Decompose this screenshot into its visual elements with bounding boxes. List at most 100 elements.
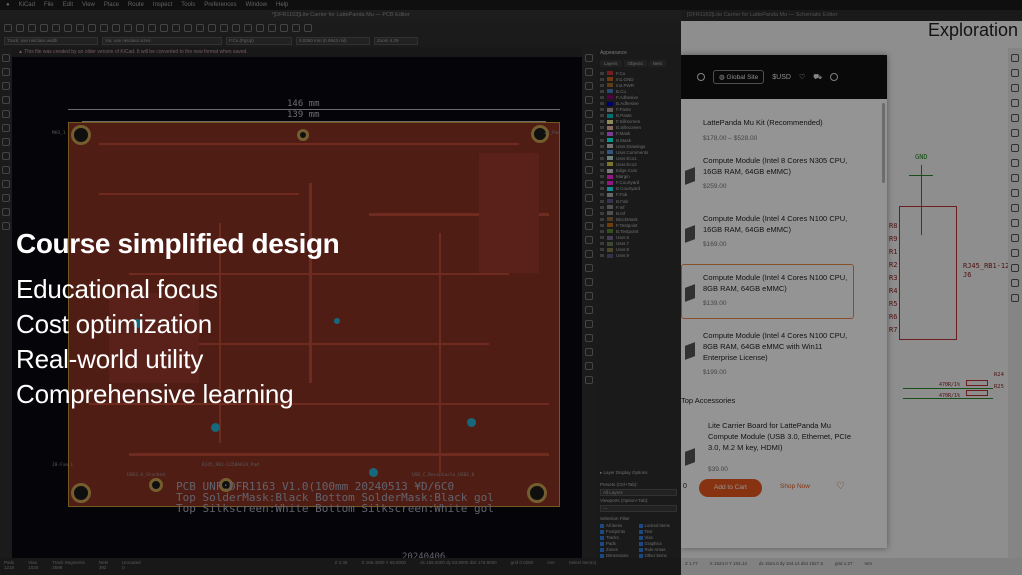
- add-to-cart-button[interactable]: Add to Cart: [699, 479, 762, 497]
- scrollbar[interactable]: [882, 103, 885, 183]
- zone-fill-icon[interactable]: [2, 152, 10, 160]
- layer-color-swatch[interactable]: [607, 89, 613, 94]
- layer-color-swatch[interactable]: [607, 138, 613, 143]
- add-label-icon[interactable]: [1011, 174, 1019, 182]
- select-icon[interactable]: [1011, 54, 1019, 62]
- rotate-cw-icon[interactable]: [184, 24, 192, 32]
- layer-color-swatch[interactable]: [607, 83, 613, 88]
- layer-color-swatch[interactable]: [607, 180, 613, 185]
- visibility-eye-icon[interactable]: [600, 132, 604, 136]
- selection-filter-checkbox[interactable]: Pads: [600, 541, 639, 546]
- zoom-fit-icon[interactable]: [136, 24, 144, 32]
- account-icon[interactable]: [830, 73, 839, 81]
- product-name[interactable]: Compute Module (Intel 8 Cores N305 CPU, …: [703, 155, 853, 177]
- draw-arc-icon[interactable]: [585, 208, 593, 216]
- viewports-select[interactable]: ---: [600, 505, 677, 512]
- cursor-icon[interactable]: [2, 124, 10, 132]
- menu-tools[interactable]: Tools: [181, 2, 195, 8]
- checkbox-checked-icon[interactable]: [638, 541, 643, 546]
- visibility-eye-icon[interactable]: [600, 211, 604, 215]
- cart-icon[interactable]: ⛟: [813, 73, 822, 82]
- net-inspector-icon[interactable]: [2, 222, 10, 230]
- visibility-eye-icon[interactable]: [600, 223, 604, 227]
- checkbox-checked-icon[interactable]: [638, 523, 643, 528]
- menu-help[interactable]: Help: [276, 2, 288, 8]
- visibility-eye-icon[interactable]: [600, 217, 604, 221]
- checkbox-checked-icon[interactable]: [638, 553, 643, 558]
- page-settings-icon[interactable]: [28, 24, 36, 32]
- product-thumbnail[interactable]: [685, 167, 695, 185]
- layer-color-swatch[interactable]: [607, 199, 613, 204]
- refresh-icon[interactable]: [100, 24, 108, 32]
- add-no-connect-icon[interactable]: [1011, 144, 1019, 152]
- set-origin-icon[interactable]: [585, 348, 593, 356]
- layer-color-swatch[interactable]: [607, 211, 613, 216]
- visibility-eye-icon[interactable]: [600, 126, 604, 130]
- checkbox-checked-icon[interactable]: [600, 523, 604, 528]
- draw-circle-icon[interactable]: [1011, 264, 1019, 272]
- wishlist-icon[interactable]: ♡: [799, 73, 805, 81]
- units-inch-icon[interactable]: [2, 96, 10, 104]
- selection-filter-checkbox[interactable]: Text: [638, 529, 678, 534]
- board-setup-icon[interactable]: [16, 24, 24, 32]
- layer-color-swatch[interactable]: [607, 71, 613, 76]
- visibility-eye-icon[interactable]: [600, 162, 604, 166]
- add-image-icon[interactable]: [1011, 279, 1019, 287]
- visibility-eye-icon[interactable]: [600, 181, 604, 185]
- menu-place[interactable]: Place: [104, 2, 119, 8]
- selection-filter-checkbox[interactable]: Locked items: [638, 523, 678, 528]
- mounting-hole[interactable]: [149, 478, 163, 492]
- selection-filter-checkbox[interactable]: Rule Areas: [638, 547, 678, 552]
- mirror-v-icon[interactable]: [196, 24, 204, 32]
- via[interactable]: [467, 418, 476, 427]
- visibility-eye-icon[interactable]: [600, 71, 604, 75]
- add-junction-icon[interactable]: [1011, 159, 1019, 167]
- group-icon[interactable]: [220, 24, 228, 32]
- visibility-eye-icon[interactable]: [600, 83, 604, 87]
- via[interactable]: [334, 318, 340, 324]
- layer-color-swatch[interactable]: [607, 186, 613, 191]
- menu-app[interactable]: KiCad: [19, 2, 35, 8]
- zoom-in-icon[interactable]: [112, 24, 120, 32]
- draw-rect-icon[interactable]: [1011, 249, 1019, 257]
- accessory-thumbnail[interactable]: [685, 448, 695, 466]
- zoom-area-icon[interactable]: [160, 24, 168, 32]
- via[interactable]: [369, 468, 378, 477]
- apple-menu-icon[interactable]: ●: [6, 2, 10, 8]
- product-name[interactable]: Compute Module (Intel 4 Cores N100 CPU, …: [703, 330, 853, 363]
- draw-polygon-icon[interactable]: [585, 250, 593, 258]
- via[interactable]: [211, 423, 220, 432]
- product-thumbnail[interactable]: [685, 225, 695, 243]
- units-mm-icon[interactable]: [2, 110, 10, 118]
- shop-now-link[interactable]: Shop Now: [780, 483, 810, 490]
- checkbox-checked-icon[interactable]: [638, 529, 643, 534]
- zoom-out-icon[interactable]: [124, 24, 132, 32]
- add-sheet-icon[interactable]: [1011, 204, 1019, 212]
- visibility-eye-icon[interactable]: [600, 236, 604, 240]
- drc-marker-icon[interactable]: [2, 54, 10, 62]
- add-dimension-icon[interactable]: [585, 320, 593, 328]
- layer-color-swatch[interactable]: [607, 217, 613, 222]
- visibility-eye-icon[interactable]: [600, 248, 604, 252]
- zoom-select[interactable]: Zoom 4.29: [374, 37, 418, 45]
- visibility-eye-icon[interactable]: [600, 95, 604, 99]
- resistor-symbol[interactable]: [966, 390, 988, 396]
- delete-icon[interactable]: [1011, 294, 1019, 302]
- search-icon[interactable]: [88, 24, 96, 32]
- layer-color-swatch[interactable]: [607, 247, 613, 252]
- layer-color-swatch[interactable]: [607, 119, 613, 124]
- layer-color-swatch[interactable]: [607, 205, 613, 210]
- scripting-icon[interactable]: [304, 24, 312, 32]
- favorite-heart-icon[interactable]: ♡: [836, 481, 845, 492]
- add-symbol-icon[interactable]: [1011, 84, 1019, 92]
- selection-filter-checkbox[interactable]: All items: [600, 523, 639, 528]
- tab-nets[interactable]: Nets: [648, 60, 667, 67]
- track-outline-icon[interactable]: [2, 194, 10, 202]
- checkbox-checked-icon[interactable]: [600, 547, 604, 552]
- netlist-icon[interactable]: [268, 24, 276, 32]
- rotate-ccw-icon[interactable]: [172, 24, 180, 32]
- polar-coords-icon[interactable]: [2, 82, 10, 90]
- 3d-viewer-icon[interactable]: [292, 24, 300, 32]
- contrast-mode-icon[interactable]: [2, 208, 10, 216]
- visibility-eye-icon[interactable]: [600, 156, 604, 160]
